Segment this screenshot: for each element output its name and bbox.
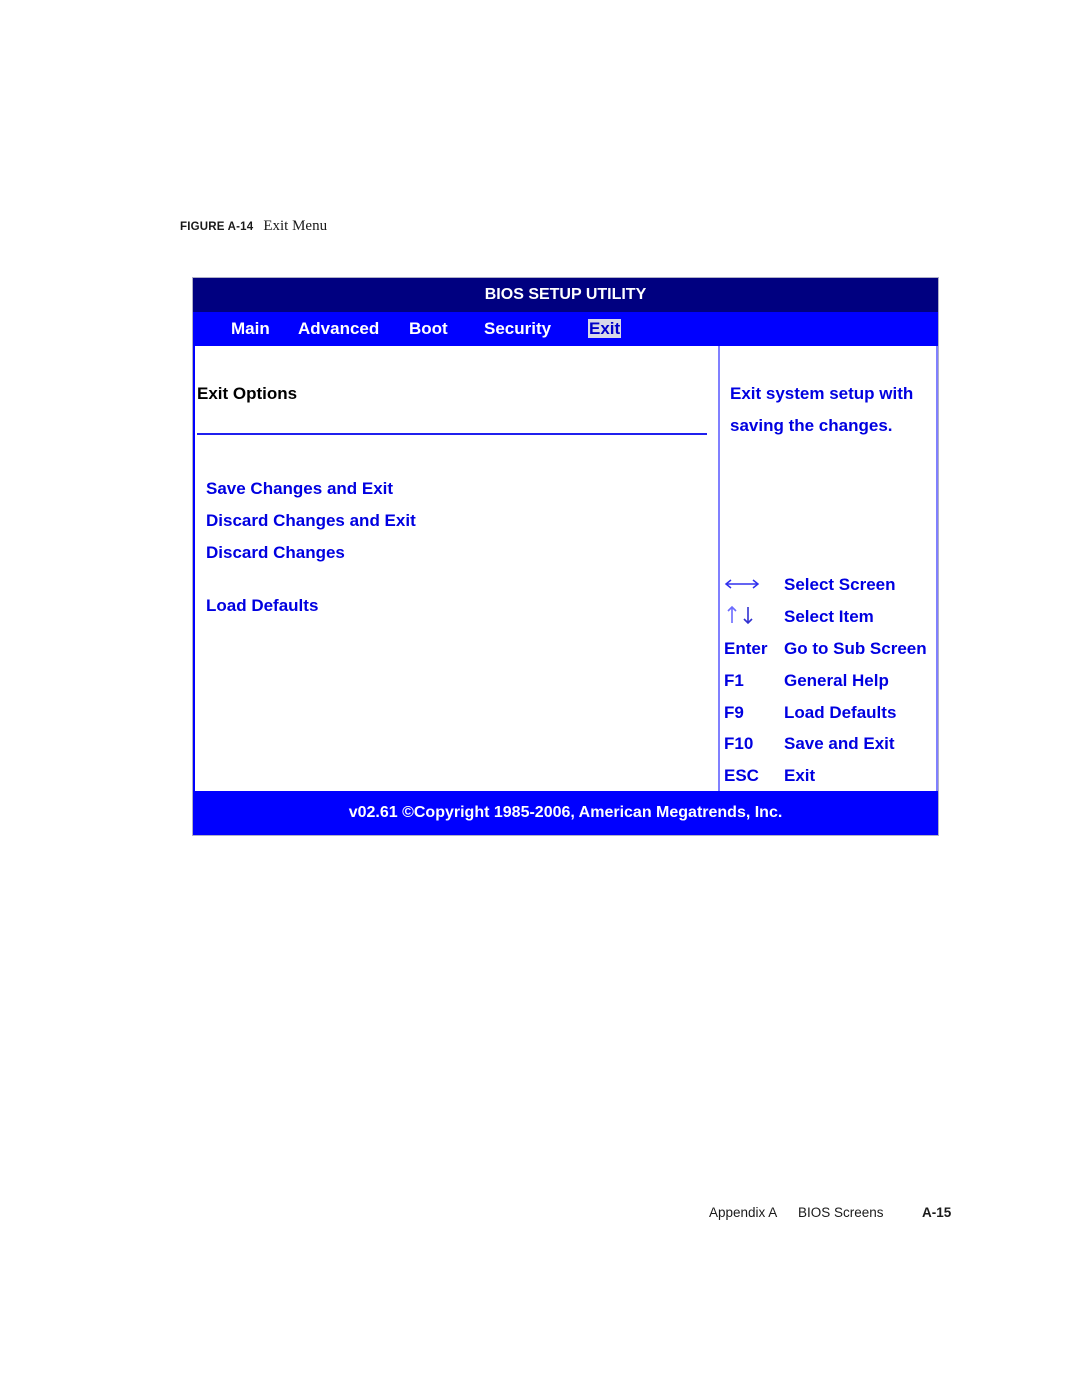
figure-title: Exit Menu xyxy=(263,218,328,234)
option-save-changes-and-exit[interactable]: Save Changes and Exit xyxy=(206,479,393,499)
tab-security-label: Security xyxy=(484,319,552,338)
tab-advanced-label: Advanced xyxy=(298,319,380,338)
key-desc-exit: Exit xyxy=(784,766,816,785)
option-load-defaults[interactable]: Load Defaults xyxy=(206,596,318,616)
key-f9: F9 xyxy=(724,703,744,722)
panel-divider xyxy=(718,346,720,791)
key-desc-select-item: Select Item xyxy=(784,607,874,626)
section-title: Exit Options xyxy=(197,384,298,403)
footer-chapter: BIOS Screens xyxy=(798,1205,884,1220)
help-text-line-2: saving the changes. xyxy=(730,416,893,435)
tab-main[interactable]: Main xyxy=(231,312,270,346)
tab-exit[interactable]: Exit xyxy=(588,312,622,346)
option-discard-changes[interactable]: Discard Changes xyxy=(206,543,345,563)
tab-main-label: Main xyxy=(231,319,270,338)
tab-advanced[interactable]: Advanced xyxy=(298,312,379,346)
option-discard-changes-and-exit[interactable]: Discard Changes and Exit xyxy=(206,511,416,531)
bios-footer: v02.61 ©Copyright 1985-2006, American Me… xyxy=(193,791,938,835)
key-desc-load-defaults: Load Defaults xyxy=(784,703,897,722)
tab-security[interactable]: Security xyxy=(484,312,551,346)
bios-menu-bar: Main Advanced Boot Security Exit xyxy=(193,312,938,346)
section-divider xyxy=(197,433,707,435)
bios-title-bar: BIOS SETUP UTILITY xyxy=(193,278,938,312)
key-f10: F10 xyxy=(724,734,754,753)
key-f1: F1 xyxy=(724,671,744,690)
key-esc: ESC xyxy=(724,766,759,785)
key-desc-save-and-exit: Save and Exit xyxy=(784,734,895,753)
bios-content-panel: Exit Options Save Changes and Exit Disca… xyxy=(193,346,938,791)
copyright-text: v02.61 ©Copyright 1985-2006, American Me… xyxy=(348,804,783,821)
key-desc-select-screen: Select Screen xyxy=(784,575,896,594)
tab-exit-label: Exit xyxy=(588,319,622,338)
tab-boot-label: Boot xyxy=(409,319,448,338)
bios-screen: BIOS SETUP UTILITY Main Advanced Boot Se… xyxy=(192,277,939,836)
tab-boot[interactable]: Boot xyxy=(409,312,448,346)
page-number: A-15 xyxy=(922,1205,952,1220)
help-text-line-1: Exit system setup with xyxy=(730,384,914,403)
key-desc-go-to-sub-screen: Go to Sub Screen xyxy=(784,639,927,658)
bios-title: BIOS SETUP UTILITY xyxy=(484,286,647,303)
figure-caption: FIGURE A-14 Exit Menu xyxy=(180,218,327,238)
left-right-arrows-icon xyxy=(724,579,760,589)
key-desc-general-help: General Help xyxy=(784,671,889,690)
footer-section: Appendix A xyxy=(709,1205,778,1220)
up-down-arrows-icon xyxy=(727,605,753,625)
key-enter: Enter xyxy=(724,639,768,658)
figure-label: FIGURE A-14 xyxy=(180,221,254,233)
